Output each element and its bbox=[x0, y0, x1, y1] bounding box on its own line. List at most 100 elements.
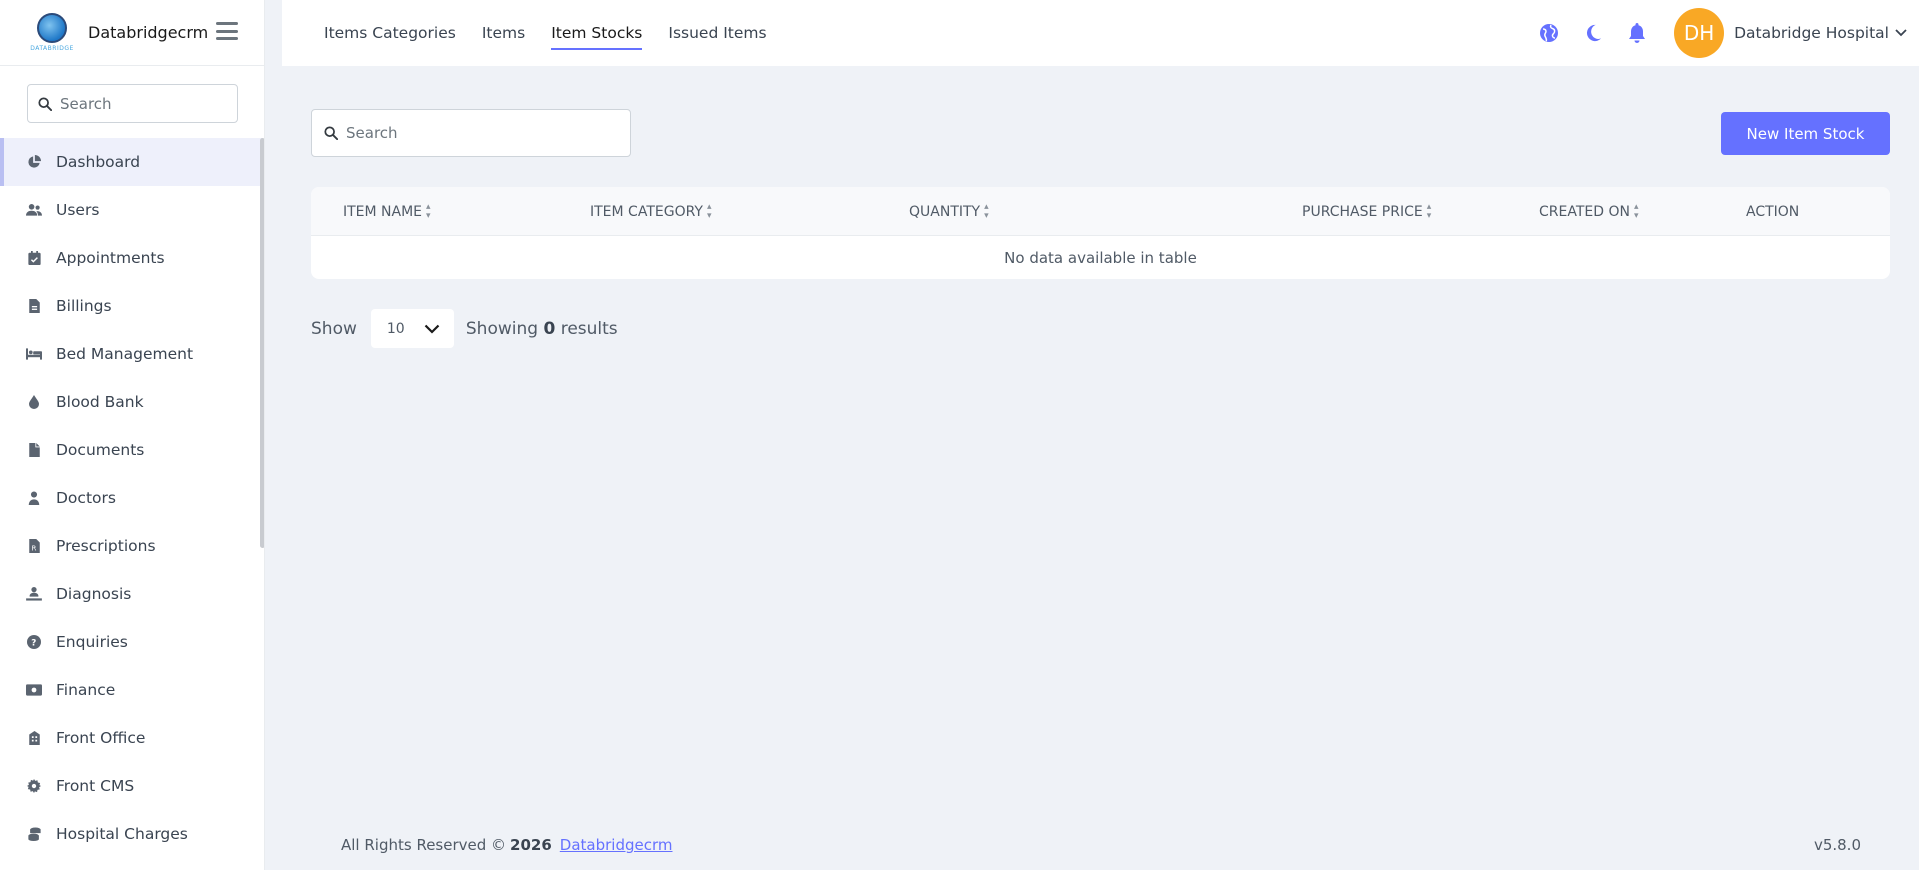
sidebar-item-hospital-charges[interactable]: Hospital Charges bbox=[0, 810, 262, 858]
sidebar-item-appointments[interactable]: Appointments bbox=[0, 234, 262, 282]
footer: All Rights Reserved © 2026 Databridgecrm bbox=[341, 836, 673, 854]
sidebar-item-doctors[interactable]: Doctors bbox=[0, 474, 262, 522]
sidebar-item-documents[interactable]: Documents bbox=[0, 426, 262, 474]
sidebar-item-front-office[interactable]: Front Office bbox=[0, 714, 262, 762]
file-prescription-icon: R bbox=[26, 538, 42, 554]
tab-items-categories[interactable]: Items Categories bbox=[324, 18, 456, 48]
sidebar-item-label: Users bbox=[56, 201, 100, 219]
bed-icon bbox=[26, 346, 42, 362]
sidebar-item-enquiries[interactable]: ? Enquiries bbox=[0, 618, 262, 666]
table-search-input[interactable] bbox=[346, 124, 606, 142]
sidebar-item-label: Enquiries bbox=[56, 633, 128, 651]
bell-icon[interactable] bbox=[1626, 22, 1648, 44]
hamburger-menu-icon[interactable] bbox=[216, 22, 238, 40]
column-label: QUANTITY bbox=[909, 203, 981, 220]
column-header-action: ACTION bbox=[1746, 187, 1799, 236]
sidebar-item-label: Appointments bbox=[56, 249, 165, 267]
diagnoses-icon bbox=[26, 586, 42, 602]
sidebar-item-label: Billings bbox=[56, 297, 112, 315]
column-label: PURCHASE PRICE bbox=[1302, 203, 1423, 220]
sidebar-item-dashboard[interactable]: Dashboard bbox=[0, 138, 262, 186]
svg-text:R: R bbox=[31, 544, 36, 552]
globe-icon[interactable] bbox=[1538, 22, 1560, 44]
sidebar-item-blood-bank[interactable]: Blood Bank bbox=[0, 378, 262, 426]
page-size-select[interactable]: 10 bbox=[370, 309, 454, 348]
search-icon bbox=[324, 126, 338, 140]
sidebar-menu: Dashboard Users Appointments Billings Be… bbox=[0, 138, 262, 858]
brand-logo[interactable]: DATABRIDGE bbox=[26, 10, 78, 56]
file-invoice-icon bbox=[26, 298, 42, 314]
column-header-created-on[interactable]: CREATED ON ▴ ▾ bbox=[1539, 187, 1639, 236]
users-icon bbox=[26, 202, 42, 218]
sidebar-item-diagnosis[interactable]: Diagnosis bbox=[0, 570, 262, 618]
user-name[interactable]: Databridge Hospital bbox=[1734, 24, 1889, 42]
sidebar-item-label: Hospital Charges bbox=[56, 825, 188, 843]
column-header-quantity[interactable]: QUANTITY ▴ ▾ bbox=[909, 187, 989, 236]
navbar-actions: DH Databridge Hospital bbox=[1538, 0, 1907, 66]
sidebar-item-users[interactable]: Users bbox=[0, 186, 262, 234]
search-icon bbox=[38, 96, 52, 111]
gear-icon bbox=[26, 778, 42, 794]
empty-message: No data available in table bbox=[1004, 248, 1197, 267]
sidebar-item-bed-management[interactable]: Bed Management bbox=[0, 330, 262, 378]
user-doctor-icon bbox=[26, 490, 42, 506]
sidebar-item-label: Prescriptions bbox=[56, 537, 156, 555]
column-header-item-name[interactable]: ITEM NAME ▴ ▾ bbox=[343, 187, 431, 236]
chevron-down-icon[interactable] bbox=[1895, 29, 1907, 37]
sidebar-scrollbar[interactable] bbox=[260, 138, 264, 548]
new-item-stock-button[interactable]: New Item Stock bbox=[1721, 112, 1890, 155]
moon-icon[interactable] bbox=[1582, 22, 1604, 44]
sidebar-item-label: Dashboard bbox=[56, 153, 141, 171]
chevron-down-icon bbox=[424, 324, 440, 334]
sidebar-item-label: Bed Management bbox=[56, 345, 194, 363]
sidebar-item-prescriptions[interactable]: R Prescriptions bbox=[0, 522, 262, 570]
svg-text:?: ? bbox=[31, 639, 36, 649]
sort-icon: ▴ ▾ bbox=[706, 201, 712, 221]
sidebar-item-label: Diagnosis bbox=[56, 585, 132, 603]
sidebar-item-label: Blood Bank bbox=[56, 393, 144, 411]
sort-icon: ▴ ▾ bbox=[426, 201, 431, 221]
showing-prefix: Showing bbox=[465, 318, 539, 339]
sidebar-item-finance[interactable]: Finance bbox=[0, 666, 262, 714]
sidebar-item-label: Doctors bbox=[56, 489, 116, 507]
calendar-check-icon bbox=[26, 250, 42, 266]
top-navbar: Items Categories Items Item Stocks Issue… bbox=[282, 0, 1919, 66]
sort-icon: ▴ ▾ bbox=[1633, 201, 1639, 221]
sidebar-search-input[interactable] bbox=[60, 94, 220, 113]
table-search bbox=[311, 109, 631, 157]
tab-item-stocks[interactable]: Item Stocks bbox=[551, 18, 643, 50]
show-label: Show bbox=[311, 318, 357, 339]
footer-rights: All Rights Reserved © bbox=[341, 836, 507, 854]
brand-name: Databridgecrm bbox=[88, 23, 209, 42]
droplet-icon bbox=[26, 394, 42, 410]
sort-icon: ▴ ▾ bbox=[1426, 201, 1432, 221]
table-header: ITEM NAME ▴ ▾ ITEM CATEGORY ▴ ▾ QUANTITY ▴… bbox=[311, 187, 1890, 236]
footer-link[interactable]: Databridgecrm bbox=[560, 836, 673, 854]
question-circle-icon: ? bbox=[26, 634, 42, 650]
app-version: v5.8.0 bbox=[1813, 836, 1861, 854]
tab-items[interactable]: Items bbox=[482, 18, 525, 48]
column-label: ACTION bbox=[1746, 203, 1800, 220]
coins-icon bbox=[26, 826, 42, 842]
avatar[interactable]: DH bbox=[1674, 8, 1725, 58]
column-header-item-category[interactable]: ITEM CATEGORY ▴ ▾ bbox=[590, 187, 712, 236]
sidebar-item-front-cms[interactable]: Front CMS bbox=[0, 762, 262, 810]
column-label: ITEM NAME bbox=[343, 203, 423, 220]
sidebar: DATABRIDGE Databridgecrm Dashboard Users… bbox=[0, 0, 265, 870]
tab-issued-items[interactable]: Issued Items bbox=[668, 18, 766, 48]
brand: DATABRIDGE Databridgecrm bbox=[0, 0, 264, 66]
file-icon bbox=[26, 442, 42, 458]
sidebar-item-label: Front CMS bbox=[56, 777, 135, 795]
sidebar-item-billings[interactable]: Billings bbox=[0, 282, 262, 330]
showing-results: Showing 0 results bbox=[466, 319, 618, 339]
globe-logo-icon bbox=[37, 13, 67, 43]
table-empty-row: No data available in table bbox=[311, 236, 1890, 279]
page-size-value: 10 bbox=[386, 320, 405, 337]
column-header-purchase-price[interactable]: PURCHASE PRICE ▴ ▾ bbox=[1302, 187, 1431, 236]
logo-text: DATABRIDGE bbox=[30, 45, 74, 52]
pagination-controls: Show 10 Showing 0 results bbox=[311, 309, 618, 348]
building-icon bbox=[26, 730, 42, 746]
sort-icon: ▴ ▾ bbox=[984, 201, 989, 221]
footer-year: 2026 bbox=[510, 836, 552, 854]
showing-suffix: results bbox=[560, 318, 618, 339]
